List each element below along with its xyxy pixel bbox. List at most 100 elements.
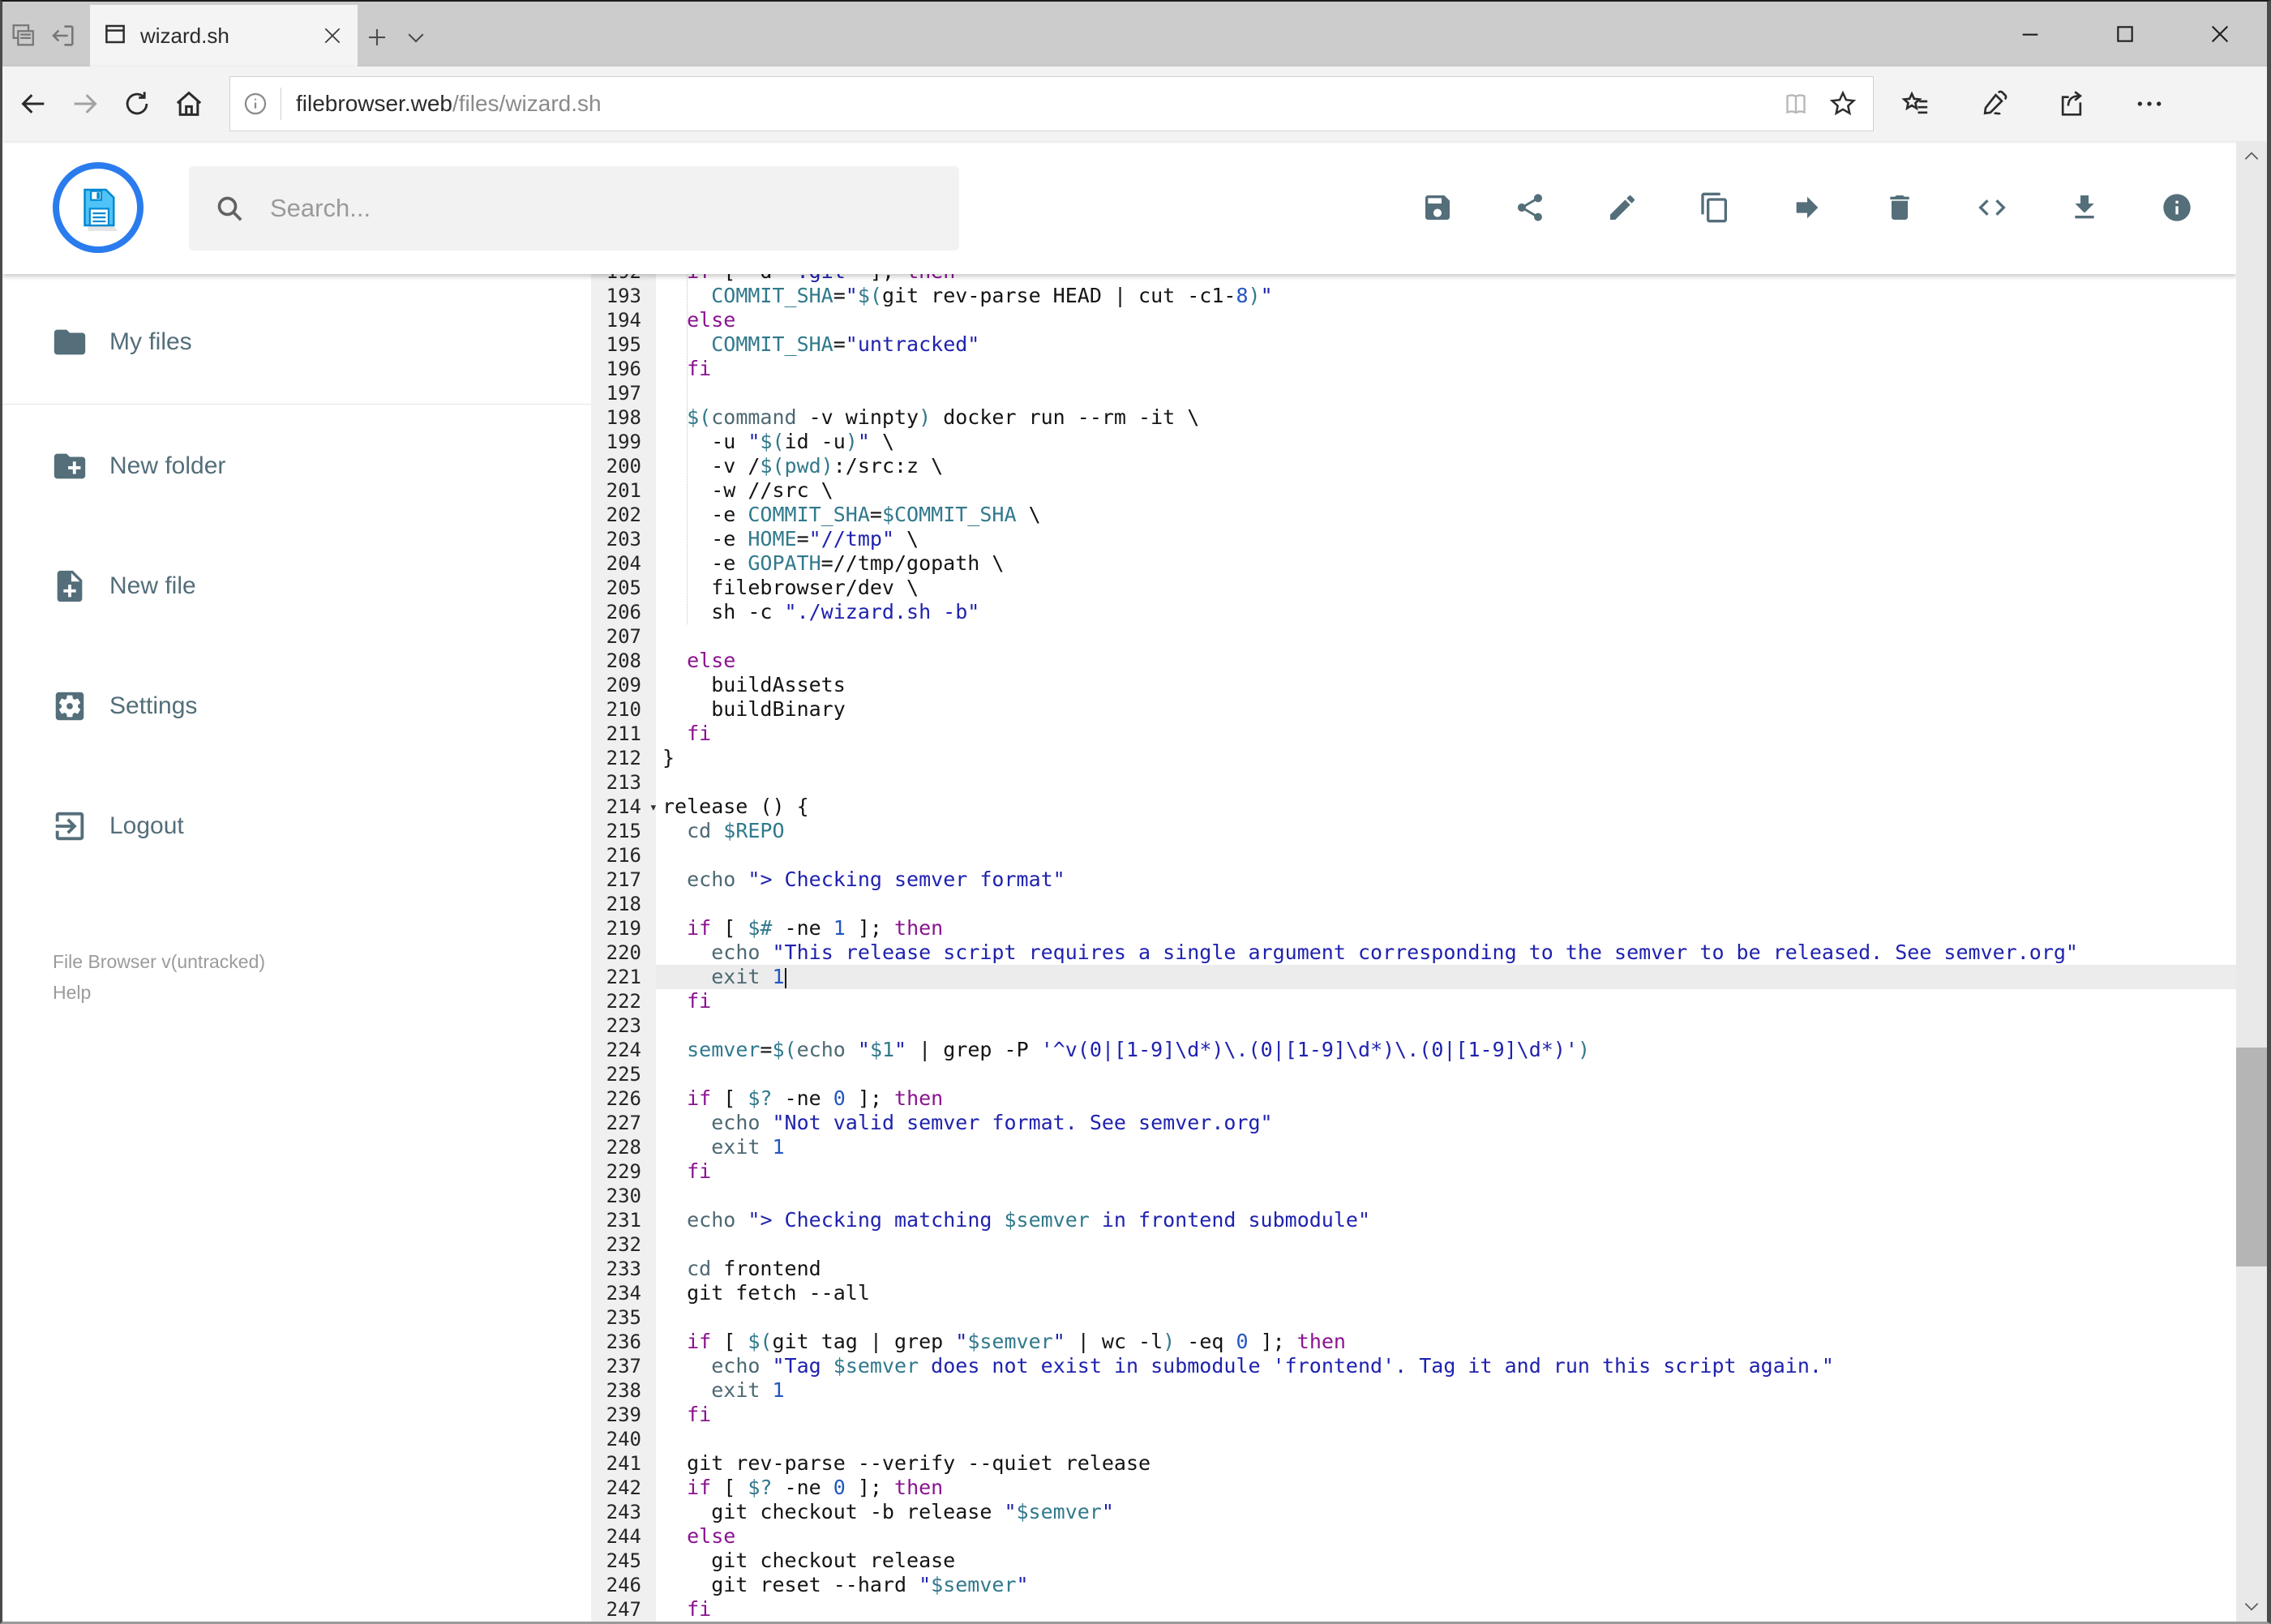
code-line[interactable]: 246 git reset --hard "$semver" (591, 1573, 2236, 1597)
code-line[interactable]: 192 if [ -d ".git" ]; then (591, 274, 2236, 284)
code-line[interactable]: 199 -u "$(id -u)" \ (591, 430, 2236, 454)
code-line-text[interactable] (656, 1062, 2236, 1086)
code-line[interactable]: 213 (591, 770, 2236, 795)
site-info-icon[interactable] (230, 90, 281, 118)
url-text[interactable]: filebrowser.web/files/wizard.sh (296, 91, 1772, 117)
code-line-text[interactable] (656, 770, 2236, 795)
code-line-text[interactable]: exit 1 (656, 1378, 2236, 1403)
code-line-text[interactable]: -e COMMIT_SHA=$COMMIT_SHA \ (656, 503, 2236, 527)
code-line[interactable]: 198 $(command -v winpty) docker run --rm… (591, 405, 2236, 430)
sidebar-item-new-file[interactable]: New file (2, 557, 591, 615)
code-line[interactable]: 217 echo "> Checking semver format" (591, 868, 2236, 892)
code-line[interactable]: 245 git checkout release (591, 1549, 2236, 1573)
code-line[interactable]: 206 sh -c "./wizard.sh -b" (591, 600, 2236, 624)
set-tabs-aside-button[interactable] (43, 8, 84, 66)
sidebar-item-settings[interactable]: Settings (2, 677, 591, 735)
code-line-text[interactable]: exit 1 (656, 1135, 2236, 1159)
code-line-text[interactable]: git reset --hard "$semver" (656, 1573, 2236, 1597)
code-line-text[interactable]: fi (656, 722, 2236, 746)
code-line-text[interactable]: else (656, 308, 2236, 332)
code-line-text[interactable]: fi (656, 989, 2236, 1013)
code-line[interactable]: 209 buildAssets (591, 673, 2236, 697)
code-line-text[interactable] (656, 1232, 2236, 1257)
code-line-text[interactable]: git checkout release (656, 1549, 2236, 1573)
code-line-text[interactable]: if [ $? -ne 0 ]; then (656, 1086, 2236, 1111)
code-line-text[interactable] (656, 1427, 2236, 1451)
code-line[interactable]: 239 fi (591, 1403, 2236, 1427)
code-line-text[interactable]: if [ $# -ne 1 ]; then (656, 916, 2236, 941)
code-line-text[interactable]: release () { (656, 795, 2236, 819)
code-line-text[interactable]: } (656, 746, 2236, 770)
tab-preview-button[interactable] (2, 8, 43, 66)
code-line[interactable]: 193 COMMIT_SHA="$(git rev-parse HEAD | c… (591, 284, 2236, 308)
code-line[interactable]: 240 (591, 1427, 2236, 1451)
code-line[interactable]: 200 -v /$(pwd):/src:z \ (591, 454, 2236, 478)
code-line[interactable]: 220 echo "This release script requires a… (591, 941, 2236, 965)
code-line-text[interactable] (656, 1013, 2236, 1038)
code-line[interactable]: 234 git fetch --all (591, 1281, 2236, 1305)
code-line[interactable]: 227 echo "Not valid semver format. See s… (591, 1111, 2236, 1135)
code-line[interactable]: 231 echo "> Checking matching $semver in… (591, 1208, 2236, 1232)
code-line[interactable]: 201 -w //src \ (591, 478, 2236, 503)
code-line[interactable]: 238 exit 1 (591, 1378, 2236, 1403)
code-line[interactable]: 236 if [ $(git tag | grep "$semver" | wc… (591, 1330, 2236, 1354)
forward-button[interactable] (59, 78, 111, 130)
code-line[interactable]: 233 cd frontend (591, 1257, 2236, 1281)
code-line[interactable]: 241 git rev-parse --verify --quiet relea… (591, 1451, 2236, 1476)
code-line-text[interactable]: -v /$(pwd):/src:z \ (656, 454, 2236, 478)
code-line-text[interactable]: if [ $? -ne 0 ]; then (656, 1476, 2236, 1500)
code-line[interactable]: 215 cd $REPO (591, 819, 2236, 843)
scrollbar-thumb[interactable] (2236, 1048, 2267, 1266)
code-line-text[interactable]: cd $REPO (656, 819, 2236, 843)
code-line-text[interactable]: exit 1 (656, 965, 2236, 989)
code-line[interactable]: 207 (591, 624, 2236, 649)
code-line[interactable]: 219 if [ $# -ne 1 ]; then (591, 916, 2236, 941)
code-line-text[interactable]: fi (656, 1159, 2236, 1184)
code-line-text[interactable]: else (656, 1524, 2236, 1549)
code-line-text[interactable]: buildAssets (656, 673, 2236, 697)
code-line-text[interactable]: echo "Tag $semver does not exist in subm… (656, 1354, 2236, 1378)
code-line[interactable]: 224 semver=$(echo "$1" | grep -P '^v(0|[… (591, 1038, 2236, 1062)
code-line-text[interactable]: COMMIT_SHA="$(git rev-parse HEAD | cut -… (656, 284, 2236, 308)
code-line[interactable]: 203 -e HOME="//tmp" \ (591, 527, 2236, 551)
share-icon[interactable] (2050, 78, 2093, 130)
code-line[interactable]: 214 ▾ release () { (591, 795, 2236, 819)
tab-wizard-sh[interactable]: wizard.sh (90, 5, 358, 66)
code-line[interactable]: 195 COMMIT_SHA="untracked" (591, 332, 2236, 357)
code-line[interactable]: 229 fi (591, 1159, 2236, 1184)
minimize-button[interactable] (1982, 2, 2077, 66)
code-line[interactable]: 204 -e GOPATH=//tmp/gopath \ (591, 551, 2236, 576)
code-line-text[interactable]: COMMIT_SHA="untracked" (656, 332, 2236, 357)
code-line-text[interactable] (656, 892, 2236, 916)
favorite-star-icon[interactable] (1819, 78, 1866, 130)
code-line-text[interactable]: -e HOME="//tmp" \ (656, 527, 2236, 551)
close-window-button[interactable] (2172, 2, 2267, 66)
sidebar-item-new-folder[interactable]: New folder (2, 437, 591, 495)
sidebar-item-logout[interactable]: Logout (2, 797, 591, 855)
code-line[interactable]: 223 (591, 1013, 2236, 1038)
search-box[interactable] (189, 166, 959, 251)
back-button[interactable] (7, 78, 59, 130)
help-link[interactable]: Help (53, 977, 591, 1008)
search-input[interactable] (270, 194, 959, 223)
fold-arrow-icon[interactable]: ▾ (649, 795, 658, 820)
code-line[interactable]: 243 git checkout -b release "$semver" (591, 1500, 2236, 1524)
code-line-text[interactable]: git checkout -b release "$semver" (656, 1500, 2236, 1524)
code-line-text[interactable]: $(command -v winpty) docker run --rm -it… (656, 405, 2236, 430)
code-line[interactable]: 235 (591, 1305, 2236, 1330)
code-line[interactable]: 196 fi (591, 357, 2236, 381)
code-line-text[interactable]: if [ -d ".git" ]; then (656, 274, 2236, 284)
code-line-text[interactable]: echo "> Checking semver format" (656, 868, 2236, 892)
maximize-button[interactable] (2077, 2, 2172, 66)
code-line[interactable]: 237 echo "Tag $semver does not exist in … (591, 1354, 2236, 1378)
code-line-text[interactable]: git fetch --all (656, 1281, 2236, 1305)
code-line[interactable]: 221 exit 1 (591, 965, 2236, 989)
code-line-text[interactable]: -w //src \ (656, 478, 2236, 503)
code-line[interactable]: 211 fi (591, 722, 2236, 746)
vertical-scrollbar[interactable] (2236, 141, 2267, 1622)
code-line[interactable]: 247 fi (591, 1597, 2236, 1622)
code-line-text[interactable]: -u "$(id -u)" \ (656, 430, 2236, 454)
code-line[interactable]: 230 (591, 1184, 2236, 1208)
code-line-text[interactable]: buildBinary (656, 697, 2236, 722)
code-line[interactable]: 210 buildBinary (591, 697, 2236, 722)
